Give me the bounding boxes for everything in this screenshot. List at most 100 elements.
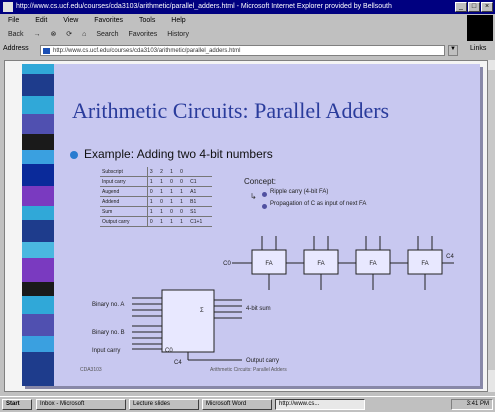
table-cell: 1 bbox=[158, 176, 169, 187]
refresh-button[interactable]: ⟳ bbox=[66, 28, 72, 42]
taskbar-item[interactable]: Microsoft Word bbox=[202, 399, 272, 410]
table-cell: B1 bbox=[188, 196, 212, 207]
adder-block-diagram: Binary no. A Binary no. B Input carry Σ … bbox=[92, 289, 279, 366]
stop-button[interactable]: ⊗ bbox=[50, 28, 56, 42]
menu-tools[interactable]: Tools bbox=[139, 17, 155, 24]
table-cell: 1 bbox=[168, 196, 179, 207]
sum-symbol: Σ bbox=[200, 308, 204, 314]
minimize-button[interactable]: _ bbox=[455, 2, 467, 12]
table-cell: 0 bbox=[178, 206, 189, 217]
table-cell: 1 bbox=[168, 186, 179, 197]
input-b-label: Binary no. B bbox=[92, 330, 125, 336]
ie-icon bbox=[3, 2, 13, 12]
table-cell: 1 bbox=[168, 216, 179, 227]
back-button[interactable]: Back bbox=[8, 28, 24, 42]
table-cell: 0 bbox=[168, 206, 179, 217]
table-cell: 2 bbox=[158, 167, 169, 177]
table-cell: 1 bbox=[178, 216, 189, 227]
sub-bullet-icon bbox=[262, 204, 267, 209]
sub-bullet-icon bbox=[262, 192, 267, 197]
table-cell: Sum bbox=[100, 206, 148, 217]
slide-footer-center: Arithmetic Circuits: Parallel Adders bbox=[210, 367, 287, 373]
table-cell: Augend bbox=[100, 186, 148, 197]
taskbar-item-active[interactable]: http://www.cs... bbox=[275, 399, 365, 410]
table-cell: A1 bbox=[188, 186, 212, 197]
table-row: Sum 1 1 0 0 S1 bbox=[100, 206, 212, 217]
table-cell: 1 bbox=[147, 206, 159, 217]
links-button[interactable]: Links bbox=[470, 45, 486, 52]
menu-edit[interactable]: Edit bbox=[35, 17, 47, 24]
concept-item: Ripple carry (4-bit FA) bbox=[270, 189, 329, 195]
fa-stage-label: FA bbox=[317, 261, 324, 267]
table-row: Addend 1 0 1 1 B1 bbox=[100, 196, 212, 207]
table-cell: C1+1 bbox=[188, 216, 212, 227]
table-row: Augend 0 1 1 1 A1 bbox=[100, 186, 212, 197]
concept-heading: Concept: bbox=[244, 177, 277, 186]
address-label: Address bbox=[3, 45, 29, 52]
menu-favorites[interactable]: Favorites bbox=[94, 17, 123, 24]
table-cell: 0 bbox=[168, 176, 179, 187]
concept-item: Propagation of C as input of next FA bbox=[270, 201, 367, 207]
sum-output-label: 4-bit sum bbox=[246, 306, 271, 312]
arrow-icon: ↳ bbox=[250, 192, 257, 201]
addition-table: Subscript 3 2 1 0 Input carry 1 1 0 0 C1… bbox=[100, 167, 212, 227]
close-button[interactable]: × bbox=[481, 2, 493, 12]
table-cell bbox=[188, 167, 212, 177]
page-icon bbox=[43, 48, 50, 54]
table-cell: 3 bbox=[147, 167, 159, 177]
bullet-text: Example: Adding two 4-bit numbers bbox=[84, 147, 273, 161]
favorites-button[interactable]: Favorites bbox=[128, 28, 157, 42]
table-cell: 1 bbox=[158, 216, 169, 227]
fa-stage-label: FA bbox=[421, 261, 428, 267]
table-cell: C1 bbox=[188, 176, 212, 187]
input-carry-label: Input carry bbox=[92, 348, 120, 354]
maximize-button[interactable]: □ bbox=[468, 2, 480, 12]
carry-out-pin: C4 bbox=[174, 360, 182, 366]
table-cell: 0 bbox=[178, 167, 189, 177]
taskbar-item[interactable]: Inbox - Microsoft bbox=[36, 399, 126, 410]
slide-title: Arithmetic Circuits: Parallel Adders bbox=[72, 98, 390, 123]
title-bar: http://www.cs.ucf.edu/courses/cda3103/ar… bbox=[0, 0, 495, 14]
table-cell: 0 bbox=[158, 196, 169, 207]
history-button[interactable]: History bbox=[167, 28, 189, 42]
address-value: http://www.cs.ucf.edu/courses/cda3103/ar… bbox=[53, 48, 241, 54]
bullet-icon bbox=[70, 151, 78, 159]
forward-button[interactable]: → bbox=[34, 28, 41, 42]
table-cell: S1 bbox=[188, 206, 212, 217]
table-cell: Output carry bbox=[100, 216, 148, 227]
address-bar: Address http://www.cs.ucf.edu/courses/cd… bbox=[0, 43, 495, 59]
table-cell: 1 bbox=[158, 186, 169, 197]
menu-file[interactable]: File bbox=[8, 17, 19, 24]
vertical-scrollbar[interactable] bbox=[488, 60, 495, 392]
fa-stage-label: FA bbox=[369, 261, 376, 267]
address-input[interactable]: http://www.cs.ucf.edu/courses/cda3103/ar… bbox=[40, 45, 445, 56]
start-button[interactable]: Start bbox=[2, 399, 32, 410]
table-cell: 1 bbox=[178, 186, 189, 197]
table-cell: Addend bbox=[100, 196, 148, 207]
carry-in-label: C0 bbox=[223, 261, 231, 267]
table-row: Subscript 3 2 1 0 bbox=[100, 167, 212, 177]
table-row: Output carry 0 1 1 1 C1+1 bbox=[100, 216, 212, 227]
table-cell: 0 bbox=[178, 176, 189, 187]
window-controls: _ □ × bbox=[455, 2, 493, 12]
table-cell: 1 bbox=[147, 196, 159, 207]
output-carry-label: Output carry bbox=[246, 358, 279, 364]
table-row: Input carry 1 1 0 0 C1 bbox=[100, 176, 212, 187]
taskbar: Start Inbox - Microsoft Lecture slides M… bbox=[0, 396, 495, 412]
fa-stage-label: FA bbox=[265, 261, 272, 267]
input-a-label: Binary no. A bbox=[92, 302, 124, 308]
menu-help[interactable]: Help bbox=[171, 17, 185, 24]
search-button[interactable]: Search bbox=[96, 28, 118, 42]
table-cell: Input carry bbox=[100, 176, 148, 187]
toolbar: Back → ⊗ ⟳ ⌂ Search Favorites History bbox=[0, 28, 470, 42]
table-cell: 1 bbox=[158, 206, 169, 217]
menu-view[interactable]: View bbox=[63, 17, 78, 24]
address-dropdown-button[interactable]: ▼ bbox=[448, 45, 458, 56]
slide: Arithmetic Circuits: Parallel Adders Exa… bbox=[22, 64, 480, 386]
slide-footer-left: CDA3103 bbox=[80, 367, 102, 373]
scrollbar-thumb[interactable] bbox=[488, 70, 495, 370]
home-button[interactable]: ⌂ bbox=[82, 28, 86, 42]
taskbar-item[interactable]: Lecture slides bbox=[129, 399, 199, 410]
window-title: http://www.cs.ucf.edu/courses/cda3103/ar… bbox=[16, 3, 392, 10]
carry-out-label: C4 bbox=[446, 254, 454, 260]
